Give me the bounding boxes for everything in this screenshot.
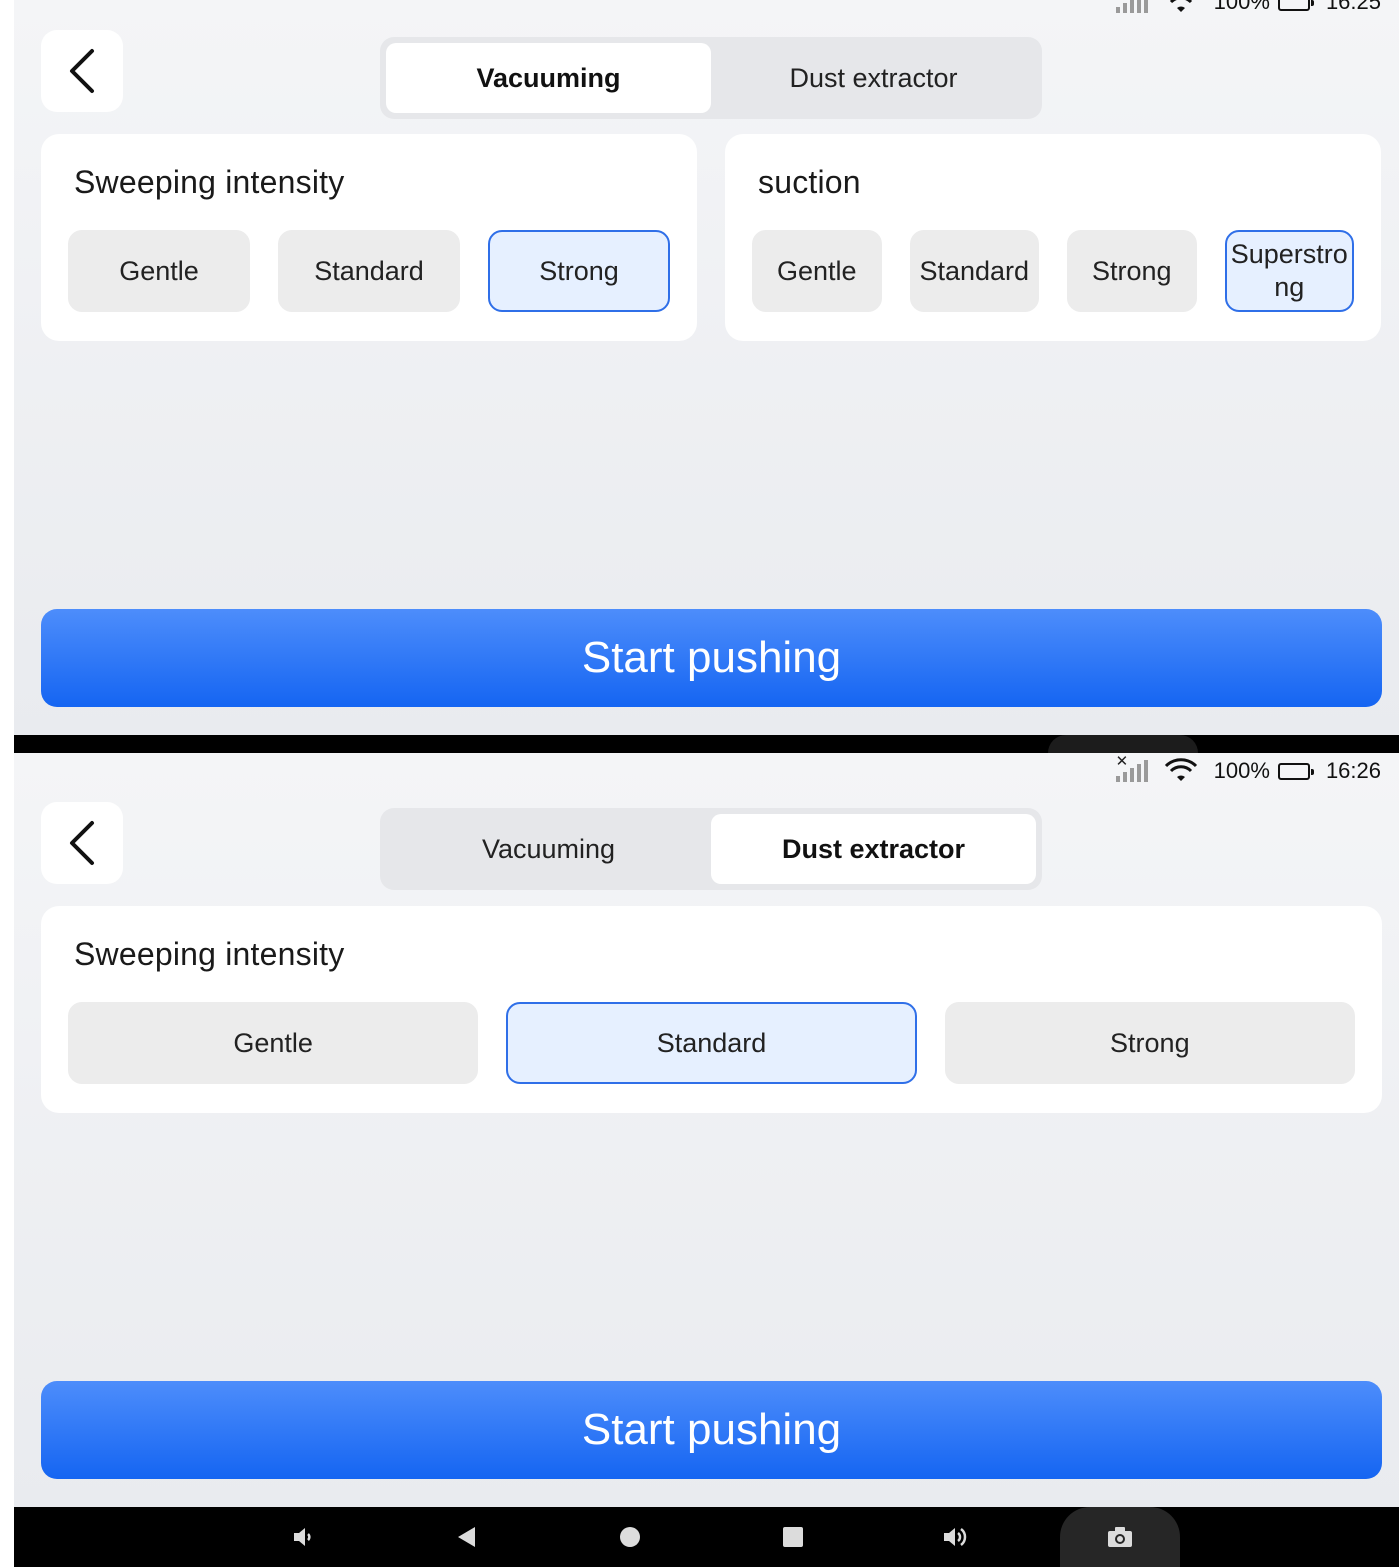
- option-gentle[interactable]: Gentle: [752, 230, 882, 312]
- chevron-left-icon: [70, 49, 94, 93]
- signal-icon: [1115, 0, 1148, 13]
- start-pushing-button[interactable]: Start pushing: [41, 1381, 1382, 1479]
- battery-icon: [1277, 762, 1314, 780]
- volume-down-icon[interactable]: [284, 1507, 324, 1567]
- status-bar: ✕ 100% 16:26: [1115, 753, 1381, 789]
- volume-up-icon[interactable]: [936, 1507, 976, 1567]
- battery-percent: 100%: [1213, 0, 1270, 14]
- battery-percent: 100%: [1213, 758, 1270, 783]
- option-strong[interactable]: Strong: [1067, 230, 1197, 312]
- tab-dust-extractor[interactable]: Dust extractor: [711, 43, 1036, 113]
- sweeping-options: Gentle Standard Strong: [68, 230, 670, 312]
- clock: 16:25: [1325, 0, 1381, 14]
- start-pushing-button[interactable]: Start pushing: [41, 609, 1382, 707]
- signal-icon: ✕: [1115, 753, 1148, 782]
- card-title: Sweeping intensity: [74, 164, 345, 200]
- card-title: suction: [758, 164, 861, 200]
- home-icon[interactable]: [610, 1507, 650, 1567]
- status-bar: 100% 16:25: [1115, 0, 1381, 20]
- option-gentle[interactable]: Gentle: [68, 230, 250, 312]
- clock: 16:26: [1325, 758, 1381, 783]
- option-strong[interactable]: Strong: [488, 230, 670, 312]
- option-standard[interactable]: Standard: [278, 230, 460, 312]
- option-gentle[interactable]: Gentle: [68, 1002, 479, 1084]
- option-standard[interactable]: Standard: [506, 1002, 917, 1084]
- screen-vacuuming: 100% 16:25 Vacuuming Dust extractor Swee…: [14, 0, 1399, 735]
- option-strong[interactable]: Strong: [944, 1002, 1355, 1084]
- battery-indicator: 100%: [1213, 0, 1314, 15]
- screen-divider: [14, 735, 1399, 753]
- recents-icon[interactable]: [773, 1507, 813, 1567]
- option-standard[interactable]: Standard: [909, 230, 1039, 312]
- wifi-icon: [1164, 758, 1197, 781]
- back-icon[interactable]: [446, 1507, 486, 1567]
- option-superstrong[interactable]: Superstro ng: [1224, 230, 1354, 312]
- suction-options: Gentle Standard Strong Superstro ng: [752, 230, 1354, 312]
- suction-card: suction Gentle Standard Strong Superstro…: [725, 134, 1381, 341]
- chevron-left-icon: [70, 821, 94, 865]
- card-title: Sweeping intensity: [74, 936, 345, 972]
- sweeping-options: Gentle Standard Strong: [68, 1002, 1355, 1084]
- back-button[interactable]: [41, 30, 123, 112]
- battery-indicator: 100%: [1213, 758, 1314, 784]
- sweeping-intensity-card: Sweeping intensity Gentle Standard Stron…: [41, 134, 697, 341]
- tab-vacuuming[interactable]: Vacuuming: [386, 43, 711, 113]
- screen-dust-extractor: ✕ 100% 16:26 Vacuuming Dust extractor Sw…: [14, 753, 1399, 1507]
- mode-tabs: Vacuuming Dust extractor: [380, 37, 1042, 119]
- tab-vacuuming[interactable]: Vacuuming: [386, 814, 711, 884]
- wifi-icon: [1169, 0, 1192, 12]
- back-button[interactable]: [41, 802, 123, 884]
- camera-icon[interactable]: [1060, 1507, 1180, 1567]
- mode-tabs: Vacuuming Dust extractor: [380, 808, 1042, 890]
- system-nav-bar: [14, 1507, 1399, 1567]
- tab-dust-extractor[interactable]: Dust extractor: [711, 814, 1036, 884]
- battery-icon: [1277, 0, 1314, 11]
- sweeping-intensity-card: Sweeping intensity Gentle Standard Stron…: [41, 906, 1382, 1113]
